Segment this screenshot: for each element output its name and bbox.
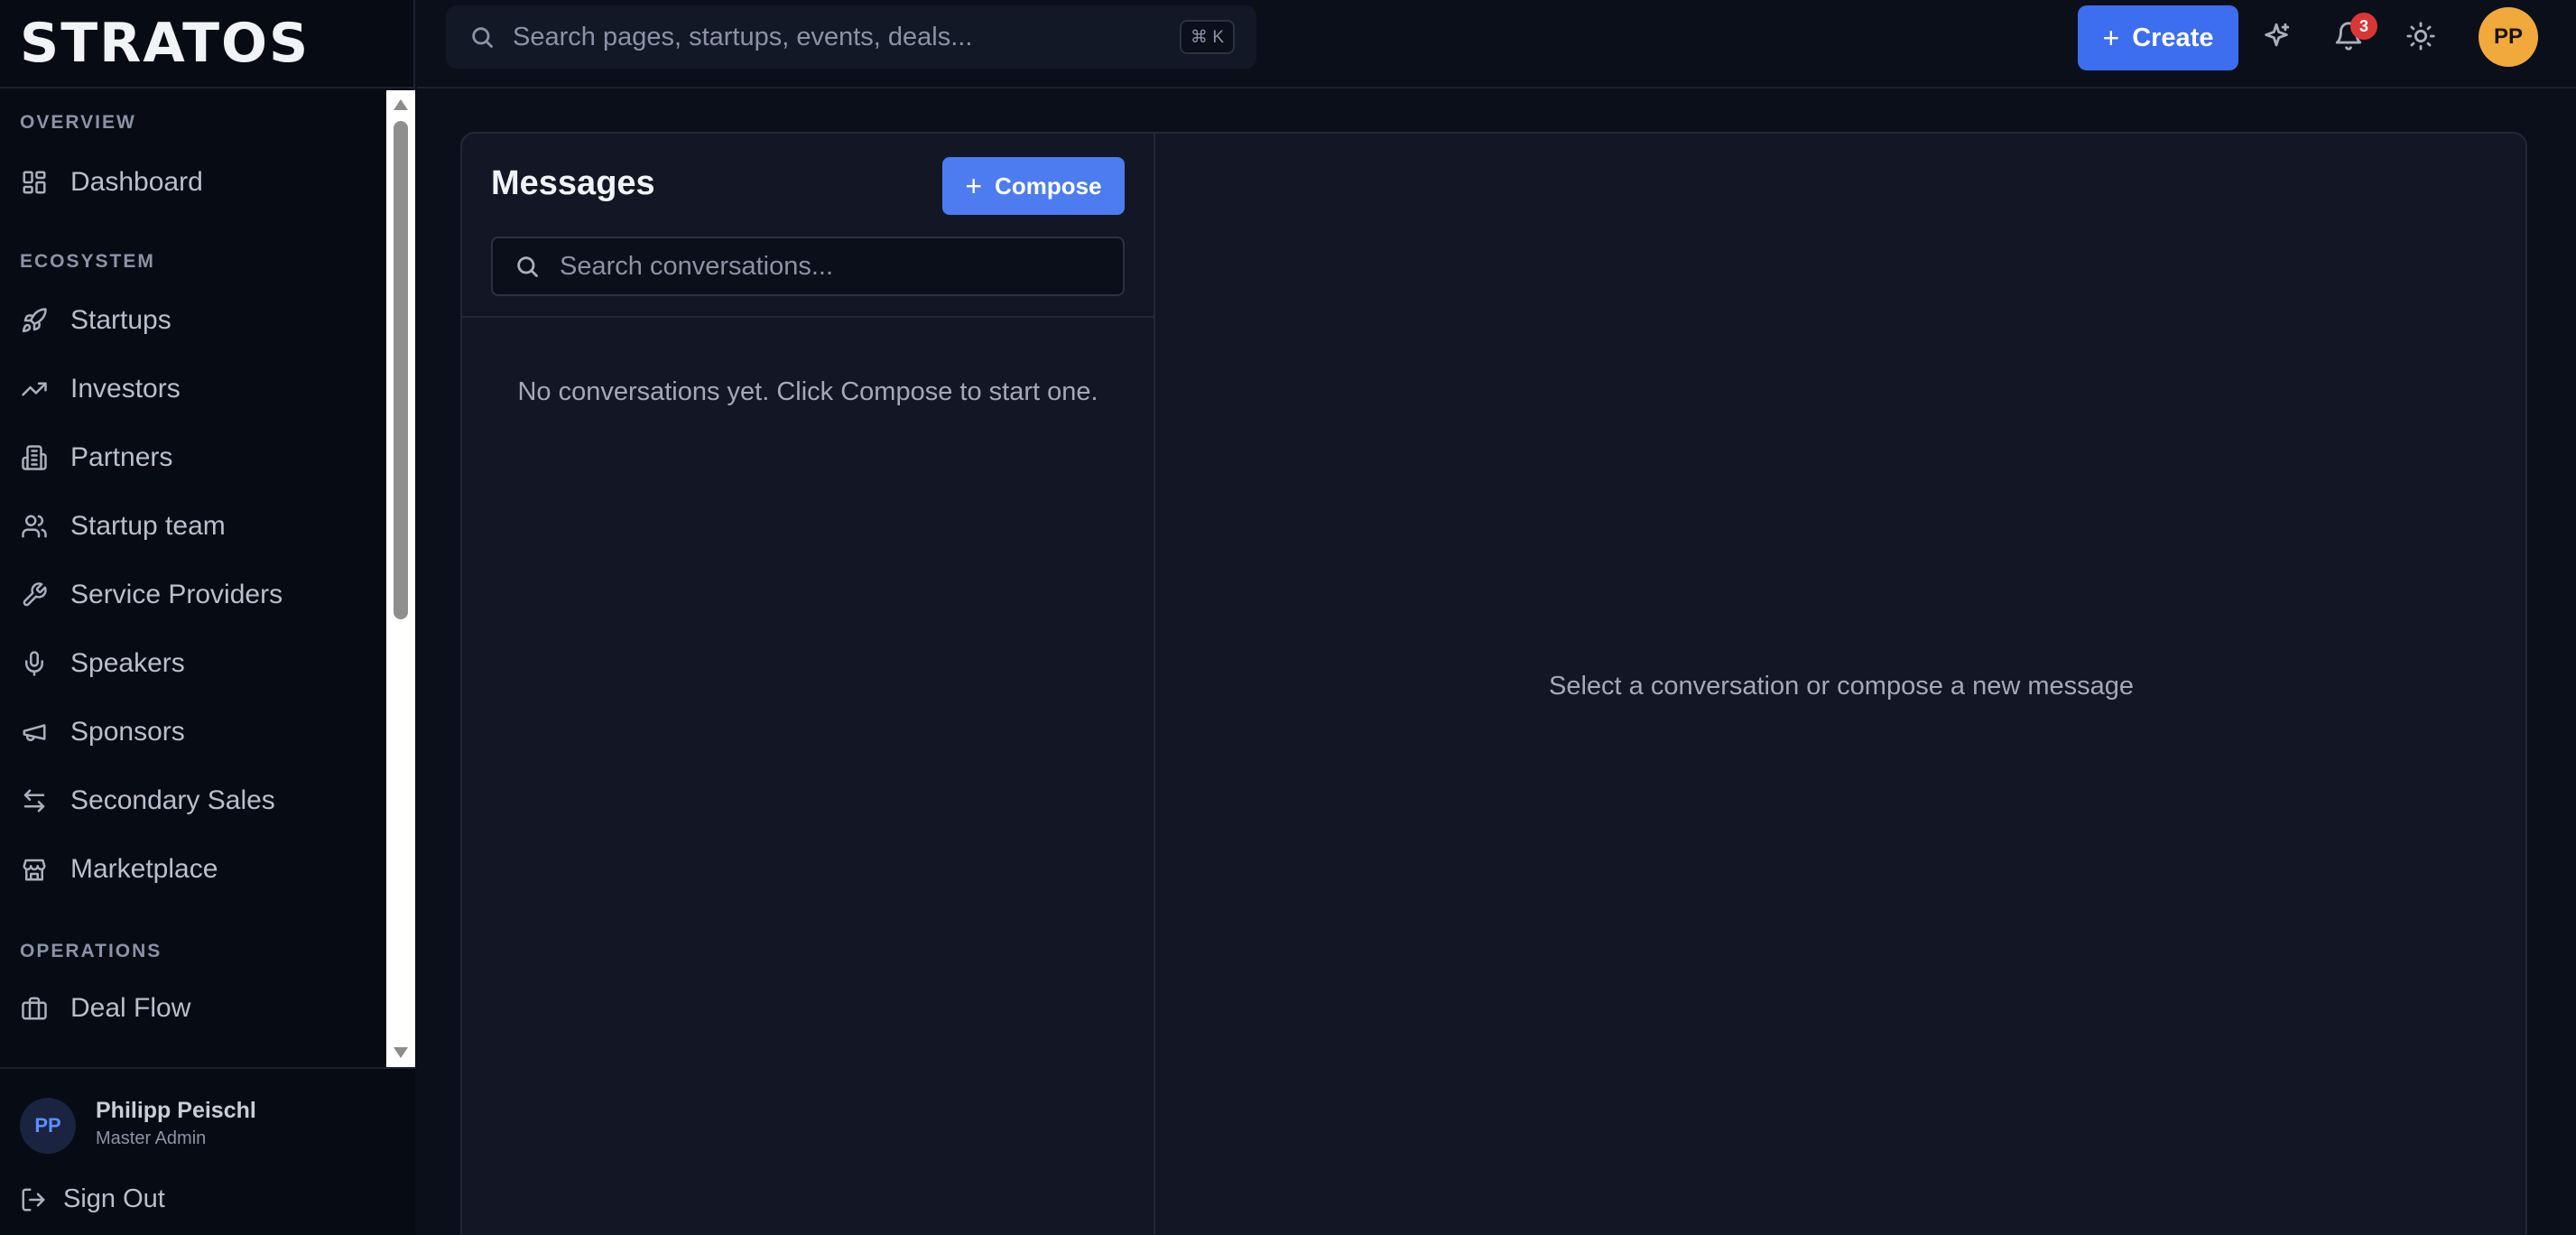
logo-container[interactable]: STRATOS [0,0,415,88]
briefcase-icon [20,994,49,1023]
store-icon [20,855,49,884]
plus-icon: + [2102,21,2120,54]
global-search-placeholder: Search pages, startups, events, deals... [513,22,973,51]
sidebar-item-dashboard[interactable]: Dashboard [0,153,386,212]
app-logo[interactable]: STRATOS [20,16,310,70]
user-role: Master Admin [96,1128,207,1148]
section-operations: OPERATIONS [20,941,162,961]
conversation-search-field[interactable] [491,237,1125,296]
sidebar-item-label: Speakers [70,648,185,678]
sidebar-item-service-providers[interactable]: Service Providers [0,565,386,625]
search-icon [472,27,493,48]
wrench-icon [20,580,49,609]
scroll-down-arrow-icon[interactable] [394,1047,408,1058]
section-overview: OVERVIEW [20,112,136,133]
building-icon [20,443,49,472]
sidebar-item-label: Investors [70,374,181,404]
sidebar-item-label: Partners [70,442,173,472]
notification-badge: 3 [2350,13,2377,40]
compose-label: Compose [995,172,1102,200]
compose-button[interactable]: + Compose [942,157,1125,215]
sidebar-item-secondary-sales[interactable]: Secondary Sales [0,771,386,831]
top-bar: Search pages, startups, events, deals...… [417,0,2576,88]
empty-conversations-message: No conversations yet. Click Compose to s… [517,377,1098,406]
users-icon [20,512,49,541]
user-name: Philipp Peischl [96,1098,256,1123]
plus-icon: + [965,169,983,202]
conversation-list: Messages + Compose No conversations yet.… [462,134,1155,1235]
sidebar-item-startups[interactable]: Startups [0,291,386,350]
scroll-thumb[interactable] [394,121,408,619]
sidebar-item-label: Sponsors [70,717,185,747]
page-title: Messages [491,164,655,202]
ai-sparkles-button[interactable] [2258,18,2294,54]
sidebar-item-deal-flow[interactable]: Deal Flow [0,979,386,1038]
conversation-search-input[interactable] [560,244,1119,289]
microphone-icon [20,649,49,678]
sidebar-item-investors[interactable]: Investors [0,359,386,419]
sparkles-icon [2265,23,2290,47]
empty-detail-message: Select a conversation or compose a new m… [1548,672,2134,701]
create-button[interactable]: + Create [2078,5,2238,70]
sidebar-nav: OVERVIEW Dashboard ECOSYSTEM Startups In… [0,90,386,1067]
sign-out-label: Sign Out [63,1184,165,1213]
sidebar-item-label: Startups [70,305,171,335]
sidebar-item-label: Dashboard [70,167,203,197]
sidebar-item-label: Marketplace [70,854,218,884]
global-search-input[interactable]: Search pages, startups, events, deals...… [446,5,1256,69]
sidebar: STRATOS OVERVIEW Dashboard ECOSYSTEM Sta… [0,0,415,1235]
scroll-up-arrow-icon[interactable] [394,99,408,110]
sidebar-item-label: Deal Flow [70,993,191,1023]
sidebar-item-partners[interactable]: Partners [0,428,386,488]
sidebar-item-speakers[interactable]: Speakers [0,634,386,693]
megaphone-icon [20,718,49,747]
rocket-icon [20,306,49,335]
user-avatar-button[interactable]: PP [2479,7,2538,67]
sidebar-item-marketplace[interactable]: Marketplace [0,840,386,899]
avatar[interactable]: PP [20,1098,76,1154]
keyboard-shortcut-badge: ⌘ K [1180,20,1235,54]
user-profile-box: PP Philipp Peischl Master Admin Sign Out [0,1067,415,1235]
sidebar-item-sponsors[interactable]: Sponsors [0,702,386,762]
notifications-button[interactable]: 3 [2330,13,2377,54]
messages-panel: Messages + Compose No conversations yet.… [460,132,2527,1235]
trending-up-icon [20,375,49,404]
search-icon [517,256,538,277]
sun-icon [2406,22,2435,51]
sidebar-item-label: Service Providers [70,580,283,609]
conversation-list-header: Messages + Compose [462,134,1154,318]
section-ecosystem: ECOSYSTEM [20,251,155,272]
dashboard-icon [20,168,49,197]
arrows-exchange-icon [20,786,49,815]
sidebar-item-label: Startup team [70,511,226,541]
sidebar-scrollbar[interactable] [386,90,415,1067]
create-label: Create [2132,23,2214,52]
sidebar-item-startup-team[interactable]: Startup team [0,497,386,556]
theme-toggle-button[interactable] [2403,18,2439,54]
sign-out-button[interactable]: Sign Out [20,1184,165,1214]
sidebar-item-label: Secondary Sales [70,785,275,815]
logout-icon [22,1188,45,1211]
